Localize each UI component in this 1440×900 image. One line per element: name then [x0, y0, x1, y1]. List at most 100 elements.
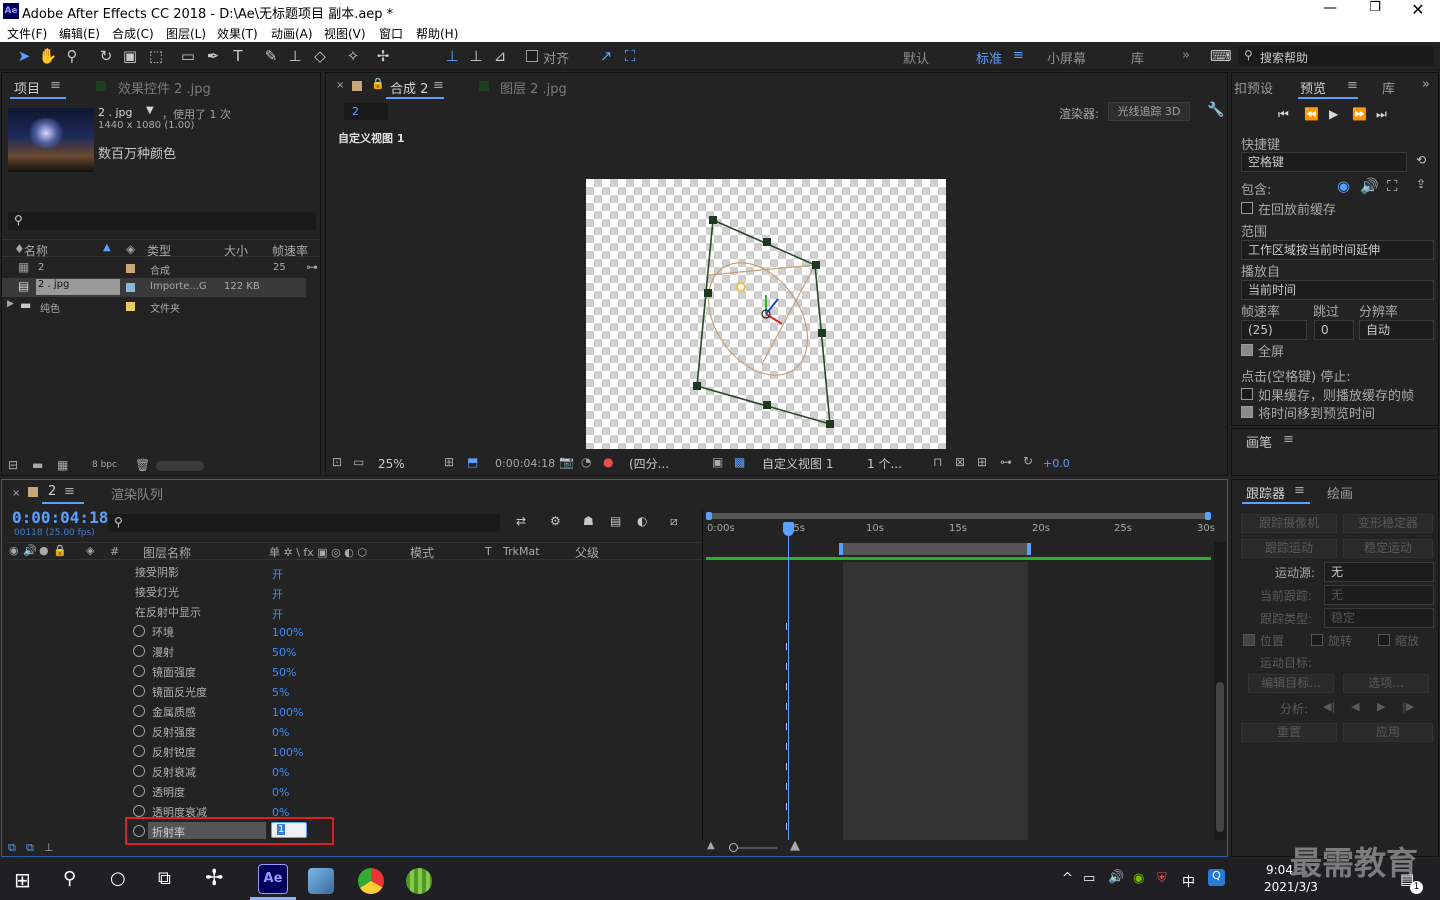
- tab-timeline-comp[interactable]: 2: [48, 484, 56, 499]
- zoom-out-icon[interactable]: ▲: [707, 840, 715, 851]
- audio-icon[interactable]: 🔊: [23, 544, 37, 557]
- keyframe-icon[interactable]: I: [785, 762, 792, 773]
- keyframe-icon[interactable]: I: [785, 722, 792, 733]
- rotation-checkbox[interactable]: [1311, 634, 1323, 646]
- brush-tool-icon[interactable]: ✎: [261, 46, 281, 66]
- motion-source-dropdown[interactable]: 无: [1324, 562, 1434, 582]
- stopwatch-icon[interactable]: [133, 805, 145, 817]
- pen-tool-icon[interactable]: ✒: [203, 46, 223, 66]
- wrench-icon[interactable]: 🔧: [1207, 102, 1224, 118]
- solo-icon[interactable]: ●: [39, 544, 49, 557]
- new-composition-icon[interactable]: ▦: [57, 458, 68, 472]
- label-tag-icon[interactable]: ◈: [86, 544, 94, 557]
- timeline-icon[interactable]: ⊞: [977, 455, 987, 469]
- pinwheel-app-icon[interactable]: ✢: [205, 866, 223, 891]
- menu-window[interactable]: 窗口: [379, 25, 403, 42]
- tab-brush[interactable]: 画笔: [1246, 432, 1272, 451]
- keyframe-icon[interactable]: I: [785, 702, 792, 713]
- interpret-footage-icon[interactable]: ⊟: [8, 458, 18, 472]
- rectangle-tool-icon[interactable]: ▭: [178, 46, 198, 66]
- watermelon-app-icon[interactable]: [406, 868, 432, 894]
- stopwatch-icon[interactable]: [133, 745, 145, 757]
- bit-depth[interactable]: 8 bpc: [92, 460, 117, 470]
- world-axis-icon[interactable]: ⊥: [466, 46, 486, 66]
- timecode[interactable]: 0:00:04:18: [12, 508, 108, 527]
- eraser-tool-icon[interactable]: ◇: [310, 46, 330, 66]
- puppet-pin-tool-icon[interactable]: ✢: [373, 46, 393, 66]
- column-trkmat[interactable]: TrkMat: [503, 545, 540, 558]
- sort-ascending-icon[interactable]: ▲: [103, 242, 111, 253]
- tab-layer[interactable]: 图层 2 .jpg: [500, 78, 567, 97]
- toggle-modes-icon[interactable]: ⧉: [26, 841, 34, 855]
- stopwatch-icon[interactable]: [133, 625, 145, 637]
- type-tool-icon[interactable]: T: [228, 46, 248, 66]
- options-button[interactable]: 选项...: [1343, 674, 1429, 693]
- toggle-pixel-aspect-icon[interactable]: ⊓: [933, 455, 942, 469]
- project-row-comp[interactable]: ▦ 2 合成 25 ⊶: [2, 259, 320, 278]
- keyframe-icon[interactable]: I: [785, 822, 792, 833]
- network-icon[interactable]: ▭: [1083, 871, 1095, 886]
- cache-before-checkbox[interactable]: [1241, 202, 1253, 214]
- last-frame-icon[interactable]: ⏭: [1376, 107, 1387, 122]
- apply-button[interactable]: 应用: [1343, 723, 1433, 742]
- stopwatch-icon[interactable]: [133, 665, 145, 677]
- play-cached-checkbox[interactable]: [1241, 388, 1253, 400]
- column-parent[interactable]: 父级: [575, 544, 599, 561]
- snap-options-icon[interactable]: ↗: [596, 46, 616, 66]
- play-icon[interactable]: ▶: [1329, 107, 1338, 121]
- workspace-default[interactable]: 默认: [903, 48, 929, 67]
- keyframe-icon[interactable]: I: [785, 622, 792, 633]
- comp-navigator-tab[interactable]: 2: [344, 103, 388, 120]
- skip-dropdown[interactable]: 0: [1314, 320, 1354, 340]
- workspace-standard[interactable]: 标准: [976, 48, 1002, 67]
- keyframe-icon[interactable]: I: [785, 782, 792, 793]
- fast-previews-icon[interactable]: ⊠: [955, 455, 965, 469]
- stopwatch-icon[interactable]: [133, 705, 145, 717]
- minimize-button[interactable]: —: [1310, 0, 1350, 22]
- local-axis-icon[interactable]: ⊥: [442, 46, 462, 66]
- tab-project[interactable]: 项目: [14, 78, 40, 97]
- tab-effect-controls[interactable]: 效果控件 2 .jpg: [118, 78, 211, 97]
- project-menu-icon[interactable]: ≡: [50, 78, 61, 93]
- trash-icon[interactable]: 🗑: [135, 458, 150, 472]
- file-manager-taskbar-icon[interactable]: [308, 868, 334, 894]
- track-camera-button[interactable]: 跟踪摄像机: [1241, 514, 1337, 533]
- include-overlays-icon[interactable]: ⛶: [1387, 177, 1398, 195]
- camera-tool-icon[interactable]: ▣: [120, 46, 140, 66]
- selection-tool-icon[interactable]: ➤: [14, 46, 34, 66]
- resolution-dropdown[interactable]: 自动: [1359, 320, 1434, 340]
- exposure-value[interactable]: +0.0: [1043, 457, 1070, 470]
- menu-file[interactable]: 文件(F): [7, 25, 47, 42]
- close-tab-icon[interactable]: ×: [336, 80, 344, 91]
- timeline-menu-icon[interactable]: ≡: [64, 484, 75, 499]
- project-row-folder[interactable]: ▶ ▬ 纯色 文件夹: [2, 297, 320, 316]
- reset-button[interactable]: 重置: [1241, 723, 1337, 742]
- menu-edit[interactable]: 编辑(E): [59, 25, 100, 42]
- tab-composition[interactable]: 合成 2: [390, 78, 428, 97]
- zoom-tool-icon[interactable]: ⚲: [62, 46, 82, 66]
- snap-edges-icon[interactable]: ⛶: [620, 46, 640, 66]
- menu-layer[interactable]: 图层(L): [166, 25, 206, 42]
- column-layer-name[interactable]: 图层名称: [143, 544, 191, 561]
- hide-shy-layers-icon[interactable]: ☗: [583, 514, 594, 528]
- windows-start-icon[interactable]: ⊞: [14, 868, 31, 892]
- column-size[interactable]: 大小: [224, 242, 248, 259]
- security-shield-icon[interactable]: ⛨: [1157, 871, 1167, 886]
- view-axis-icon[interactable]: ⊿: [490, 46, 510, 66]
- workspace-menu-icon[interactable]: ≡: [1013, 48, 1024, 63]
- visibility-eye-icon[interactable]: ◉: [9, 544, 19, 557]
- mask-visibility-icon[interactable]: ⬒: [467, 455, 478, 469]
- always-preview-icon[interactable]: ⊡: [332, 455, 342, 469]
- reset-icon[interactable]: ⟲: [1416, 153, 1426, 167]
- rotate-tool-icon[interactable]: ↻: [96, 46, 116, 66]
- composition-mini-flowchart-icon[interactable]: ⇄: [516, 514, 526, 528]
- next-frame-icon[interactable]: ⏩: [1352, 107, 1367, 121]
- cortana-icon[interactable]: ○: [110, 868, 126, 889]
- close-button[interactable]: ✕: [1398, 0, 1438, 22]
- include-audio-icon[interactable]: 🔊: [1360, 177, 1379, 195]
- chrome-taskbar-icon[interactable]: [358, 868, 384, 894]
- menu-view[interactable]: 视图(V): [324, 25, 366, 42]
- column-mode[interactable]: 模式: [410, 544, 434, 561]
- menu-composition[interactable]: 合成(C): [112, 25, 154, 42]
- tab-preview[interactable]: 预览: [1300, 78, 1326, 97]
